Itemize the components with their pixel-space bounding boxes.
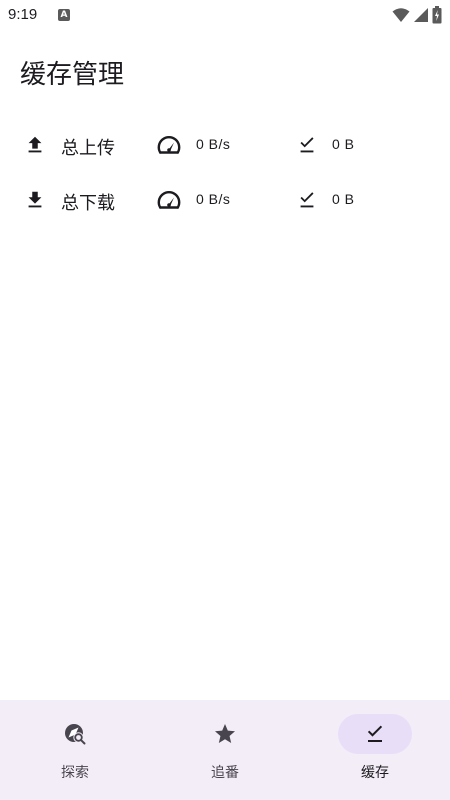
speedometer-icon [157,191,181,209]
star-icon [215,724,235,743]
download-total: 0 B [332,191,355,207]
status-time: 9:19 [8,6,38,23]
download-done-icon [300,137,314,153]
speedometer-icon [157,136,181,154]
battery-icon [432,6,442,24]
download-done-icon [367,725,383,742]
page-title: 缓存管理 [20,60,125,90]
download-speed: 0 B/s [196,191,231,207]
nav-item-cache[interactable]: 缓存 [300,700,450,800]
download-icon [28,191,42,208]
explore-search-icon [65,724,86,745]
nav-label-cache: 缓存 [361,765,389,781]
upload-icon [28,136,42,153]
upload-total: 0 B [332,136,355,152]
wifi-icon [392,8,410,22]
bottom-navigation: 探索 追番 缓存 [0,700,450,800]
notification-icon: A [58,9,70,21]
status-icons [392,6,442,24]
nav-item-following[interactable]: 追番 [150,700,300,800]
upload-speed: 0 B/s [196,136,231,152]
status-bar: 9:19 A [0,0,450,30]
signal-icon [414,8,428,22]
nav-label-following: 追番 [211,765,239,781]
nav-item-explore[interactable]: 探索 [0,700,150,800]
download-done-icon [300,192,314,208]
download-label: 总下载 [61,193,115,214]
upload-stat-row: 总上传 0 B/s 0 B [0,126,450,166]
upload-label: 总上传 [61,138,115,159]
download-stat-row: 总下载 0 B/s 0 B [0,181,450,221]
nav-label-explore: 探索 [61,765,89,781]
